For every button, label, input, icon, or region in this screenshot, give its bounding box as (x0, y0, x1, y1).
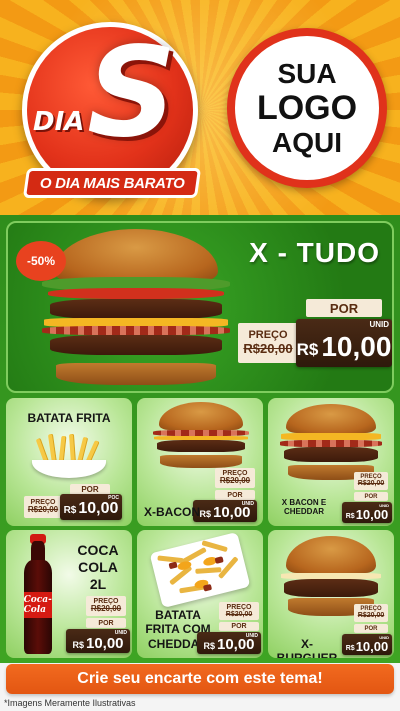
dia-s-badge: DIA S O DIA MAIS BARATO (22, 21, 202, 198)
logo-line-2: LOGO (256, 88, 358, 127)
product-price: R$ 10,00 POC (60, 494, 122, 520)
product-card-x-bacon[interactable]: PREÇO R$20,00 POR R$ 10,00 UNID X-BACON (137, 398, 263, 526)
product-card-x-burguer[interactable]: X-BURGUER PREÇO R$20,00 POR R$ 10,00 UNI… (268, 530, 394, 658)
product-price: R$ 10,00 UNID (197, 632, 261, 654)
por-label: POR (306, 299, 382, 317)
product-price: R$ 10,00 UNID (342, 502, 392, 523)
product-name: COCA COLA 2L (77, 542, 119, 592)
disclaimer: *Imagens Meramente Ilustrativas (4, 698, 136, 708)
fries-image (32, 433, 106, 478)
discount-badge: -50% (16, 241, 66, 281)
old-price: R$20,00 (225, 611, 253, 618)
product-name: X-BURGUER (276, 637, 338, 658)
product-name: X BACON E CHEDDAR (281, 498, 327, 517)
product-price: R$ 10,00 UNID (342, 634, 392, 655)
product-card-batata-cheddar[interactable]: BATATA FRITA COM CHEDDAR PREÇO R$20,00 P… (137, 530, 263, 658)
dia-s-letter: S (87, 21, 177, 165)
hero-price: R$ 10,00 UNID (296, 319, 392, 367)
price-tag: PREÇO R$20,00 POR R$ 10,00 UNID (342, 472, 392, 524)
old-price: R$20,00 (90, 604, 122, 614)
price-tag: PREÇO R$20,00 POR R$ 10,00 UNID (66, 596, 130, 654)
old-price: R$20,00 (357, 480, 385, 488)
header-banner: DIA S O DIA MAIS BARATO SUA LOGO AQUI (0, 0, 400, 215)
product-card-batata-frita[interactable]: BATATA FRITA POR PREÇO R$20,00 R$ 10,00 … (6, 398, 132, 526)
product-price: R$ 10,00 UNID (66, 629, 130, 653)
hero-card-x-tudo[interactable]: -50% X - TUDO POR PREÇO R$20,00 R$ 10,00… (6, 221, 394, 393)
create-flyer-button[interactable]: Crie seu encarte com este tema! (6, 664, 394, 694)
logo-line-1: SUA (277, 57, 337, 89)
coca-cola-bottle-image: Coca-Cola (14, 534, 62, 654)
x-bacon-image (151, 402, 251, 468)
product-name: X-BACON (144, 505, 200, 519)
dia-word: DIA (33, 107, 85, 137)
x-bacon-cheddar-image (278, 404, 384, 480)
product-card-coca-cola[interactable]: Coca-Cola COCA COLA 2L PREÇO R$20,00 POR… (6, 530, 132, 658)
hero-title: X - TUDO (249, 237, 380, 268)
price-tag: POR PREÇO R$20,00 R$ 10,00 POC (24, 484, 124, 522)
bottle-logo: Coca-Cola (23, 591, 53, 618)
old-price: R$20,00 (357, 612, 385, 620)
badge-ribbon: O DIA MAIS BARATO (22, 168, 202, 198)
logo-placeholder[interactable]: SUA LOGO AQUI (227, 28, 387, 188)
product-card-x-bacon-cheddar[interactable]: X BACON E CHEDDAR PREÇO R$20,00 POR R$ 1… (268, 398, 394, 526)
product-name: BATATA FRITA (27, 411, 111, 425)
badge-ribbon-text: O DIA MAIS BARATO (39, 174, 185, 192)
fries-cheddar-image (149, 531, 251, 609)
old-price: R$20,00 (243, 340, 293, 356)
x-tudo-burger-image (38, 229, 234, 385)
logo-line-3: AQUI (272, 127, 342, 159)
price-tag: PREÇO R$20,00 POR R$ 10,00 UNID (342, 604, 392, 656)
preco-label: PREÇO R$20,00 (238, 323, 298, 363)
price-tag: PREÇO R$20,00 POR R$ 10,00 UNID (197, 602, 261, 654)
hero-price-tag: POR PREÇO R$20,00 R$ 10,00 UNID (238, 299, 392, 371)
old-price: R$20,00 (219, 476, 251, 486)
old-price: R$20,00 (27, 505, 59, 515)
